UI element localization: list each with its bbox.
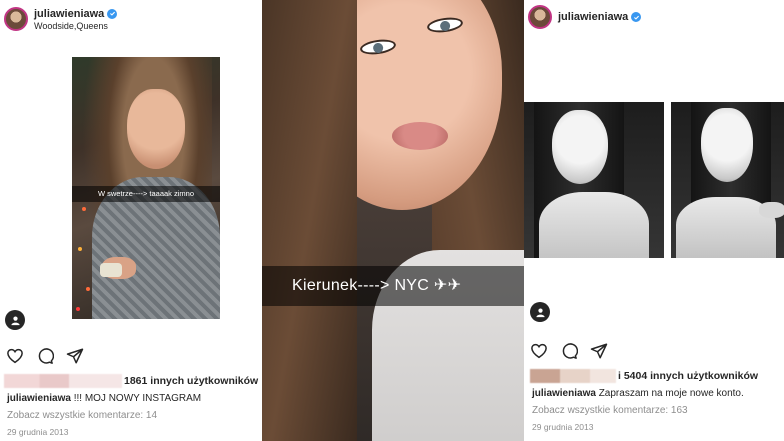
left-post: juliawieniawa Woodside,Queens W swetrze-… — [0, 0, 262, 441]
photo-hair — [262, 0, 357, 441]
view-comments-link[interactable]: Zobacz wszystkie komentarze: 14 — [7, 410, 157, 421]
post-caption: juliawieniawa Zapraszam na moje nowe kon… — [532, 388, 744, 399]
photo-lips — [392, 122, 448, 150]
photo-face — [552, 110, 608, 184]
username[interactable]: juliawieniawa — [34, 8, 104, 20]
caption-text: Zapraszam na moje nowe konto. — [595, 388, 744, 399]
send-icon[interactable] — [589, 341, 609, 361]
avatar[interactable] — [528, 5, 552, 29]
photo-hand — [759, 202, 784, 218]
photo-caption: W swetrze----> taaaak zimno — [72, 186, 220, 202]
user-tag-icon[interactable] — [5, 310, 25, 330]
photo-body — [539, 192, 649, 258]
location[interactable]: Woodside,Queens — [34, 21, 117, 31]
post-header: juliawieniawa Woodside,Queens — [4, 4, 118, 34]
heart-icon[interactable] — [5, 346, 25, 366]
comment-icon[interactable] — [559, 341, 579, 361]
likes-count: 1861 innych użytkowników — [124, 375, 259, 387]
photo-caption: Kierunek----> NYC ✈✈ — [262, 266, 524, 306]
post-photo-right[interactable] — [671, 102, 784, 258]
verified-badge-icon — [107, 8, 118, 19]
photo-watch — [100, 263, 122, 277]
caption-text: !!! MOJ NOWY INSTAGRAM — [70, 393, 202, 404]
post-actions — [5, 346, 85, 366]
likes-row[interactable]: 1861 innych użytkowników — [4, 374, 258, 388]
post-photo[interactable]: W swetrze----> taaaak zimno — [72, 57, 220, 319]
christmas-light — [76, 307, 80, 311]
christmas-light — [82, 207, 86, 211]
verified-badge-icon — [631, 12, 642, 22]
post-photo-left[interactable] — [524, 102, 664, 258]
likes-count: i 5404 innych użytkowników — [618, 370, 759, 382]
post-header: juliawieniawa — [528, 2, 642, 32]
middle-post: Kierunek----> NYC ✈✈ — [262, 0, 524, 441]
caption-username[interactable]: juliawieniawa — [7, 393, 71, 404]
view-comments-link[interactable]: Zobacz wszystkie komentarze: 163 — [532, 405, 688, 416]
post-date: 29 grudnia 2013 — [532, 422, 594, 432]
post-photo[interactable]: Kierunek----> NYC ✈✈ — [262, 0, 524, 441]
blurred-likers — [4, 374, 122, 388]
send-icon[interactable] — [65, 346, 85, 366]
caption-username[interactable]: juliawieniawa — [532, 388, 596, 399]
avatar[interactable] — [4, 7, 28, 31]
photo-face — [127, 89, 185, 169]
christmas-light — [78, 247, 82, 251]
heart-icon[interactable] — [529, 341, 549, 361]
comment-icon[interactable] — [35, 346, 55, 366]
post-caption: juliawieniawa !!! MOJ NOWY INSTAGRAM — [7, 393, 201, 404]
post-actions — [529, 341, 609, 361]
blurred-likers — [530, 369, 616, 383]
username[interactable]: juliawieniawa — [558, 11, 628, 23]
post-date: 29 grudnia 2013 — [7, 427, 69, 437]
likes-row[interactable]: i 5404 innych użytkowników — [530, 369, 758, 383]
right-post: juliawieniawa i 5404 innych użytkowników… — [524, 0, 784, 441]
user-tag-icon[interactable] — [530, 302, 550, 322]
photo-face — [701, 108, 753, 182]
christmas-light — [86, 287, 90, 291]
